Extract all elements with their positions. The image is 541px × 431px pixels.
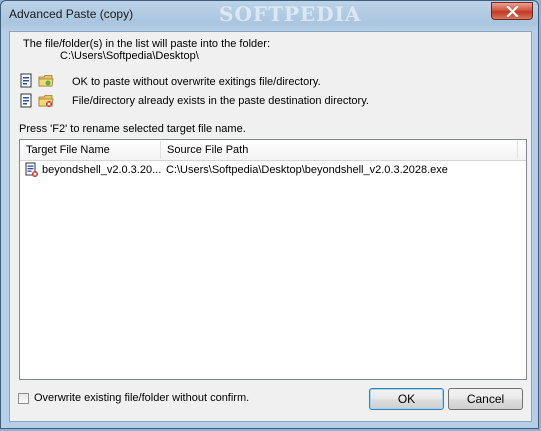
legend-ok-icons bbox=[20, 73, 54, 89]
intro-text: The file/folder(s) in the list will past… bbox=[23, 38, 271, 50]
document-icon bbox=[20, 93, 32, 108]
column-header-target[interactable]: Target File Name bbox=[20, 140, 160, 160]
column-header-source[interactable]: Source File Path bbox=[161, 140, 517, 160]
title-bar[interactable]: Advanced Paste (copy) SOFTPEDIA bbox=[1, 1, 538, 28]
cancel-button[interactable]: Cancel bbox=[448, 388, 523, 410]
target-file-name[interactable]: beyondshell_v2.0.3.20... bbox=[42, 163, 161, 178]
folder-conflict-icon bbox=[38, 95, 54, 107]
document-icon bbox=[20, 73, 32, 88]
dialog-window: Advanced Paste (copy) SOFTPEDIA The file… bbox=[0, 0, 539, 429]
legend-conflict-text: File/directory already exists in the pas… bbox=[72, 95, 369, 107]
source-file-path: C:\Users\Softpedia\Desktop\beyondshell_v… bbox=[166, 164, 448, 176]
file-conflict-icon bbox=[25, 162, 38, 177]
legend-conflict-icons bbox=[20, 93, 54, 109]
file-list[interactable]: Target File Name Source File Path beyond… bbox=[19, 139, 527, 380]
close-button[interactable] bbox=[491, 2, 533, 20]
dialog-body: The file/folder(s) in the list will past… bbox=[9, 31, 532, 422]
table-row[interactable]: beyondshell_v2.0.3.20... C:\Users\Softpe… bbox=[20, 162, 526, 179]
destination-path: C:\Users\Softpedia\Desktop\ bbox=[60, 50, 199, 62]
ok-button[interactable]: OK bbox=[369, 388, 444, 410]
watermark-logo: SOFTPEDIA bbox=[219, 2, 362, 26]
column-divider[interactable] bbox=[517, 141, 518, 159]
folder-ok-icon bbox=[38, 75, 54, 87]
overwrite-checkbox-label[interactable]: Overwrite existing file/folder without c… bbox=[34, 392, 249, 404]
window-title: Advanced Paste (copy) bbox=[9, 7, 134, 21]
rename-hint: Press 'F2' to rename selected target fil… bbox=[19, 123, 246, 135]
list-header: Target File Name Source File Path bbox=[20, 140, 526, 161]
legend-ok-text: OK to paste without overwrite exitings f… bbox=[72, 76, 321, 88]
close-icon bbox=[506, 6, 519, 17]
overwrite-checkbox[interactable] bbox=[18, 393, 29, 404]
